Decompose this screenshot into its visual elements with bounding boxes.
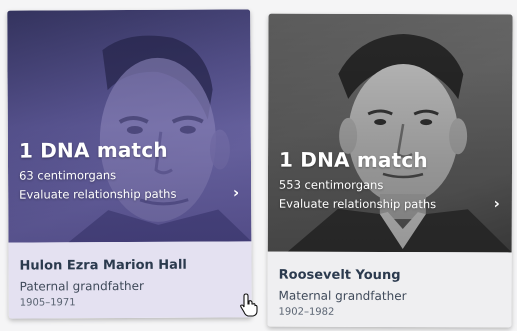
centimorgans-value: 553 centimorgans <box>278 177 384 192</box>
evaluate-relationship-link[interactable]: Evaluate relationship paths <box>19 187 176 202</box>
relationship-label: Paternal grandfather <box>19 278 144 294</box>
ancestor-name[interactable]: Hulon Ezra Marion Hall <box>19 257 240 274</box>
ancestor-info: Roosevelt Young Maternal grandfather 190… <box>267 251 512 328</box>
evaluate-relationship-link[interactable]: Evaluate relationship paths <box>279 197 436 212</box>
dna-match-count[interactable]: 1 DNA match <box>19 138 168 163</box>
hand-pointer-icon <box>240 293 258 321</box>
chevron-right-icon[interactable]: › <box>494 194 500 212</box>
life-years: 1902–1982 <box>278 306 335 318</box>
photo-overlay <box>7 9 252 243</box>
chevron-right-icon[interactable]: › <box>233 183 239 201</box>
ancestor-info: Hulon Ezra Marion Hall Paternal grandfat… <box>8 241 252 319</box>
ancestor-photo[interactable]: 1 DNA match 63 centimorgans Evaluate rel… <box>7 9 252 243</box>
ancestor-photo[interactable]: 1 DNA match 553 centimorgans Evaluate re… <box>267 13 513 253</box>
life-years: 1905–1971 <box>19 297 76 309</box>
photo-overlay <box>267 13 513 253</box>
dna-match-count[interactable]: 1 DNA match <box>279 148 428 173</box>
centimorgans-value: 63 centimorgans <box>19 168 117 183</box>
ancestor-card[interactable]: 1 DNA match 63 centimorgans Evaluate rel… <box>7 9 252 319</box>
relationship-label: Maternal grandfather <box>278 288 407 304</box>
ancestor-name[interactable]: Roosevelt Young <box>279 268 501 284</box>
ancestor-card[interactable]: 1 DNA match 553 centimorgans Evaluate re… <box>267 13 513 328</box>
